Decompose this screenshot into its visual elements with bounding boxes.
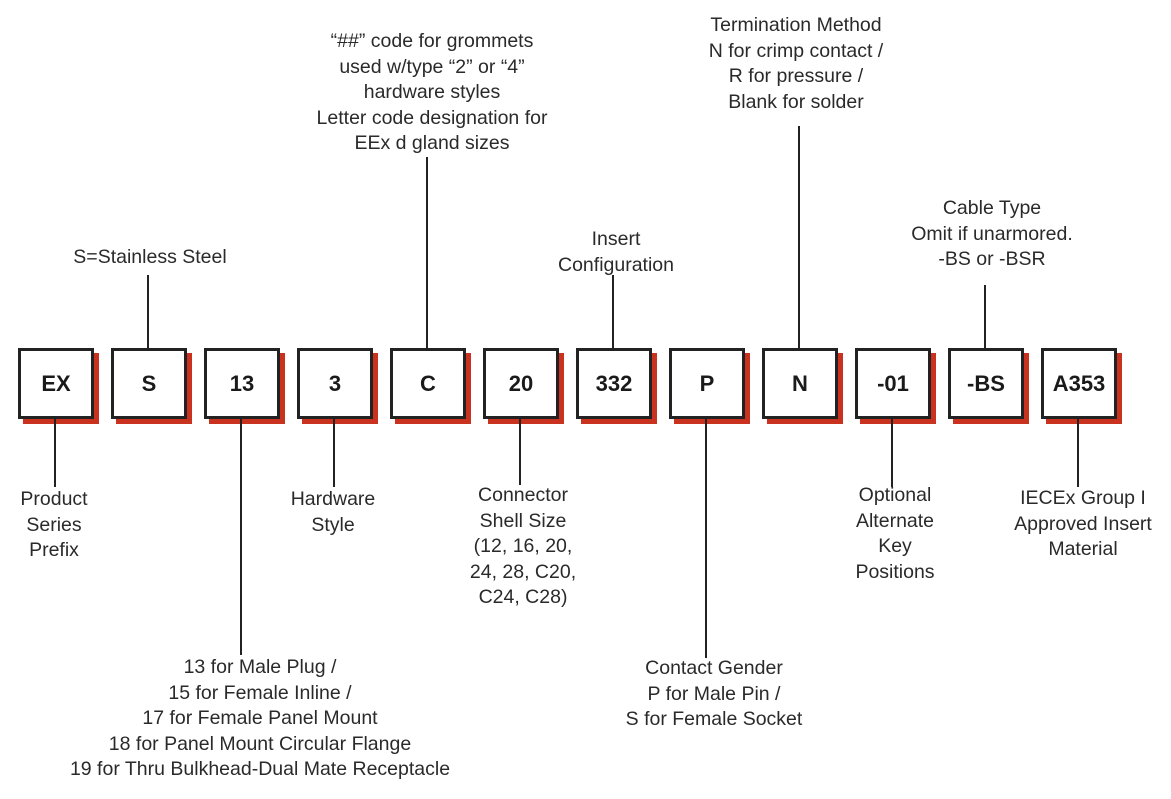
label-n20: Connector Shell Size (12, 16, 20, 24, 28, C… bbox=[470, 483, 576, 611]
label-n: Termination Method N for crimp contact / R… bbox=[709, 13, 883, 115]
leader-line bbox=[54, 419, 56, 487]
label-bs: Cable Type Omit if unarmored. -BS or -BSR bbox=[911, 196, 1072, 273]
label-line: used w/type “2” or “4” bbox=[339, 55, 525, 78]
code-box: P bbox=[669, 348, 745, 419]
code-box: 332 bbox=[576, 348, 652, 419]
label-ex: Product Series Prefix bbox=[20, 487, 87, 564]
code-box: 20 bbox=[483, 348, 559, 419]
label-line: Prefix bbox=[29, 539, 79, 561]
label-line: S=Stainless Steel bbox=[73, 246, 227, 268]
code-box: EX bbox=[18, 348, 94, 419]
leader-line bbox=[1077, 419, 1079, 487]
label-line: Product bbox=[20, 488, 88, 510]
label-line: Letter code designation for bbox=[316, 106, 548, 129]
label-line: IECEx Group I bbox=[1020, 487, 1146, 509]
label-line: C24, C28) bbox=[478, 586, 568, 608]
label-line: Cable Type bbox=[942, 197, 1042, 219]
label-line: 17 for Female Panel Mount bbox=[142, 707, 378, 729]
leader-line bbox=[705, 419, 707, 658]
label-line: P for Male Pin / bbox=[647, 682, 781, 705]
code-box: A353 bbox=[1041, 348, 1117, 419]
label-s: S=Stainless Steel bbox=[73, 245, 226, 271]
label-line: Positions bbox=[855, 560, 935, 583]
leader-line bbox=[333, 419, 335, 487]
label-line: EEx d gland sizes bbox=[354, 132, 510, 154]
leader-line bbox=[984, 285, 986, 348]
leader-line bbox=[147, 275, 149, 348]
label-line: 15 for Female Inline / bbox=[168, 681, 352, 704]
label-line: R for pressure / bbox=[728, 65, 864, 87]
leader-line bbox=[891, 419, 893, 487]
code-box: 13 bbox=[204, 348, 280, 419]
label-line: Optional bbox=[858, 484, 932, 506]
label-line: “##” code for grommets bbox=[330, 30, 534, 52]
label-line: Blank for solder bbox=[728, 90, 864, 113]
label-line: Omit if unarmored. bbox=[911, 222, 1073, 245]
code-box: -01 bbox=[855, 348, 931, 419]
leader-line bbox=[519, 419, 521, 485]
label-a353: IECEx Group I Approved Insert Material bbox=[1014, 486, 1152, 563]
label-c: “##” code for grommets used w/type “2” or… bbox=[317, 29, 548, 157]
code-box: 3 bbox=[297, 348, 373, 419]
label-line: 19 for Thru Bulkhead-Dual Mate Receptacl… bbox=[69, 758, 451, 780]
label-line: Configuration bbox=[558, 253, 674, 276]
label-line: hardware styles bbox=[363, 81, 501, 103]
label-line: Alternate bbox=[855, 509, 935, 532]
part-number-diagram: EX S 13 3 C 20 332 P N -01 -BS A353 Product Series Pre… bbox=[0, 0, 1171, 799]
label-line: Approved Insert bbox=[1014, 512, 1152, 535]
label-line: Shell Size bbox=[479, 509, 567, 532]
label-line: 13 for Male Plug / bbox=[183, 656, 337, 678]
label-line: -BS or -BSR bbox=[938, 248, 1046, 270]
code-box: C bbox=[390, 348, 466, 419]
label-line: Hardware bbox=[290, 488, 376, 510]
label-n01: Optional Alternate Key Positions bbox=[855, 483, 934, 585]
label-line: Series bbox=[26, 513, 82, 536]
leader-line bbox=[426, 157, 428, 348]
code-box: -BS bbox=[948, 348, 1024, 419]
label-line: S for Female Socket bbox=[625, 708, 803, 730]
code-box: S bbox=[111, 348, 187, 419]
label-n332: Insert Configuration bbox=[558, 227, 674, 278]
label-p: Contact Gender P for Male Pin / S for Fema… bbox=[626, 656, 803, 733]
label-line: Termination Method bbox=[710, 14, 882, 36]
code-box: N bbox=[762, 348, 838, 419]
label-line: 24, 28, C20, bbox=[469, 560, 577, 583]
label-line: 18 for Panel Mount Circular Flange bbox=[108, 732, 412, 755]
leader-line bbox=[240, 419, 242, 655]
label-line: Insert bbox=[591, 228, 641, 250]
label-n3: Hardware Style bbox=[291, 487, 376, 538]
label-line: Key bbox=[878, 535, 912, 557]
label-n13: 13 for Male Plug / 15 for Female Inline /… bbox=[70, 655, 450, 783]
label-line: Style bbox=[311, 513, 355, 536]
label-line: Material bbox=[1048, 538, 1118, 560]
leader-line bbox=[798, 126, 800, 348]
label-line: Connector bbox=[478, 484, 568, 506]
label-line: Contact Gender bbox=[645, 657, 783, 679]
label-line: (12, 16, 20, bbox=[473, 535, 573, 557]
leader-line bbox=[612, 275, 614, 348]
label-line: N for crimp contact / bbox=[708, 39, 884, 62]
